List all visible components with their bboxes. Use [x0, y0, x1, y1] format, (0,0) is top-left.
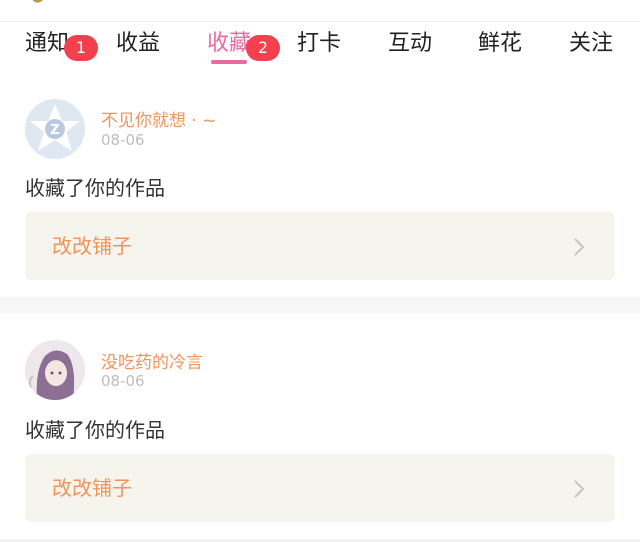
- username[interactable]: 没吃药的冷言: [101, 348, 203, 373]
- tab-notifications[interactable]: 通知: [25, 30, 69, 58]
- timestamp: 08-06: [101, 372, 145, 390]
- timestamp: 08-06: [101, 131, 145, 149]
- tab-checkin[interactable]: 打卡: [297, 30, 341, 58]
- username[interactable]: 不见你就想 · ~: [101, 106, 216, 131]
- activity-text: 收藏了你的作品: [25, 418, 165, 442]
- tab-bar: 通知 1 收益 收藏 2 打卡 互动 鲜花 关注: [0, 22, 640, 70]
- svg-text:Z: Z: [50, 123, 59, 138]
- work-title: 改改铺子: [52, 234, 132, 258]
- tab-following[interactable]: 关注: [569, 30, 613, 58]
- bell-icon: [32, 0, 43, 3]
- work-link[interactable]: 改改铺子: [25, 212, 615, 280]
- section-divider: [0, 297, 640, 313]
- favorites-badge: 2: [246, 35, 280, 61]
- work-link[interactable]: 改改铺子: [25, 454, 615, 522]
- work-title: 改改铺子: [52, 476, 132, 500]
- tab-earnings[interactable]: 收益: [116, 30, 160, 58]
- tab-favorites[interactable]: 收藏: [207, 30, 251, 58]
- tab-interaction[interactable]: 互动: [388, 30, 432, 58]
- chevron-right-icon: [574, 238, 585, 256]
- notification-badge: 1: [64, 35, 98, 61]
- activity-text: 收藏了你的作品: [25, 176, 165, 200]
- tab-flowers[interactable]: 鲜花: [478, 30, 522, 58]
- avatar[interactable]: [25, 340, 85, 400]
- status-bar-remnant: [0, 0, 640, 22]
- favorite-notification-card: 没吃药的冷言 08-06 收藏了你的作品 改改铺子: [0, 313, 640, 539]
- default-avatar-icon: Z: [30, 104, 80, 151]
- favorite-notification-card: Z 不见你就想 · ~ 08-06 收藏了你的作品 改改铺子: [0, 70, 640, 297]
- chevron-right-icon: [574, 480, 585, 498]
- active-tab-indicator: [211, 60, 247, 64]
- avatar[interactable]: Z: [25, 99, 85, 159]
- user-photo-avatar: [25, 340, 85, 400]
